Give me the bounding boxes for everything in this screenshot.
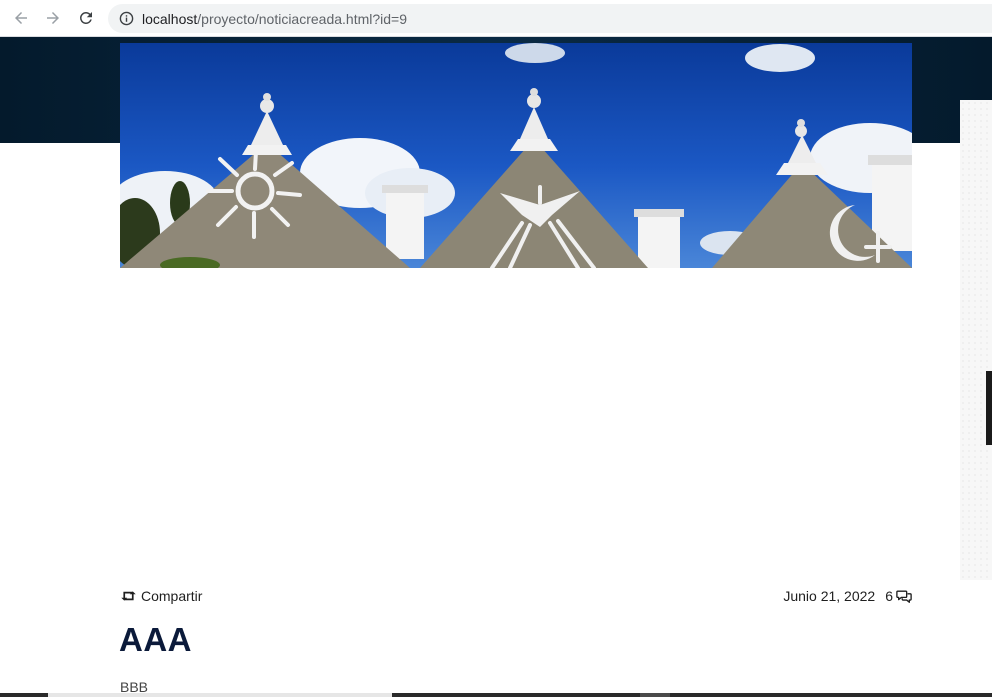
browser-toolbar: localhost/proyecto/noticiacreada.html?id… bbox=[0, 0, 992, 37]
trulli-rooftops-image bbox=[120, 43, 912, 268]
url-text[interactable]: localhost/proyecto/noticiacreada.html?id… bbox=[142, 11, 407, 27]
reload-button[interactable] bbox=[74, 6, 98, 30]
comment-count[interactable]: 6 bbox=[885, 588, 893, 604]
retweet-icon bbox=[121, 591, 136, 601]
reload-icon bbox=[79, 11, 92, 24]
bottom-bar-segment bbox=[48, 693, 392, 697]
info-icon[interactable] bbox=[118, 11, 134, 27]
share-label: Compartir bbox=[141, 588, 203, 604]
arrow-left-icon bbox=[15, 12, 27, 24]
article-meta: Compartir Junio 21, 2022 6 bbox=[120, 588, 912, 610]
share-button[interactable]: Compartir bbox=[120, 588, 202, 604]
article-image bbox=[120, 43, 912, 268]
side-panel bbox=[960, 100, 992, 580]
url-path: /proyecto/noticiacreada.html?id=9 bbox=[197, 10, 407, 27]
forward-button[interactable] bbox=[41, 6, 65, 30]
comments-icon[interactable] bbox=[896, 589, 912, 604]
article-title: AAA bbox=[119, 621, 192, 658]
article-date: Junio 21, 2022 bbox=[783, 588, 876, 604]
page-content: Compartir Junio 21, 2022 6 AAA BBB bbox=[0, 37, 992, 697]
article-meta-right: Junio 21, 2022 6 bbox=[783, 588, 912, 604]
bottom-bar bbox=[0, 693, 992, 697]
side-panel-accent bbox=[986, 371, 992, 445]
back-button[interactable] bbox=[9, 6, 33, 30]
bottom-bar-segment bbox=[640, 693, 670, 697]
address-bar[interactable]: localhost/proyecto/noticiacreada.html?id… bbox=[108, 4, 992, 33]
url-host: localhost bbox=[142, 10, 198, 27]
arrow-right-icon bbox=[47, 12, 59, 24]
